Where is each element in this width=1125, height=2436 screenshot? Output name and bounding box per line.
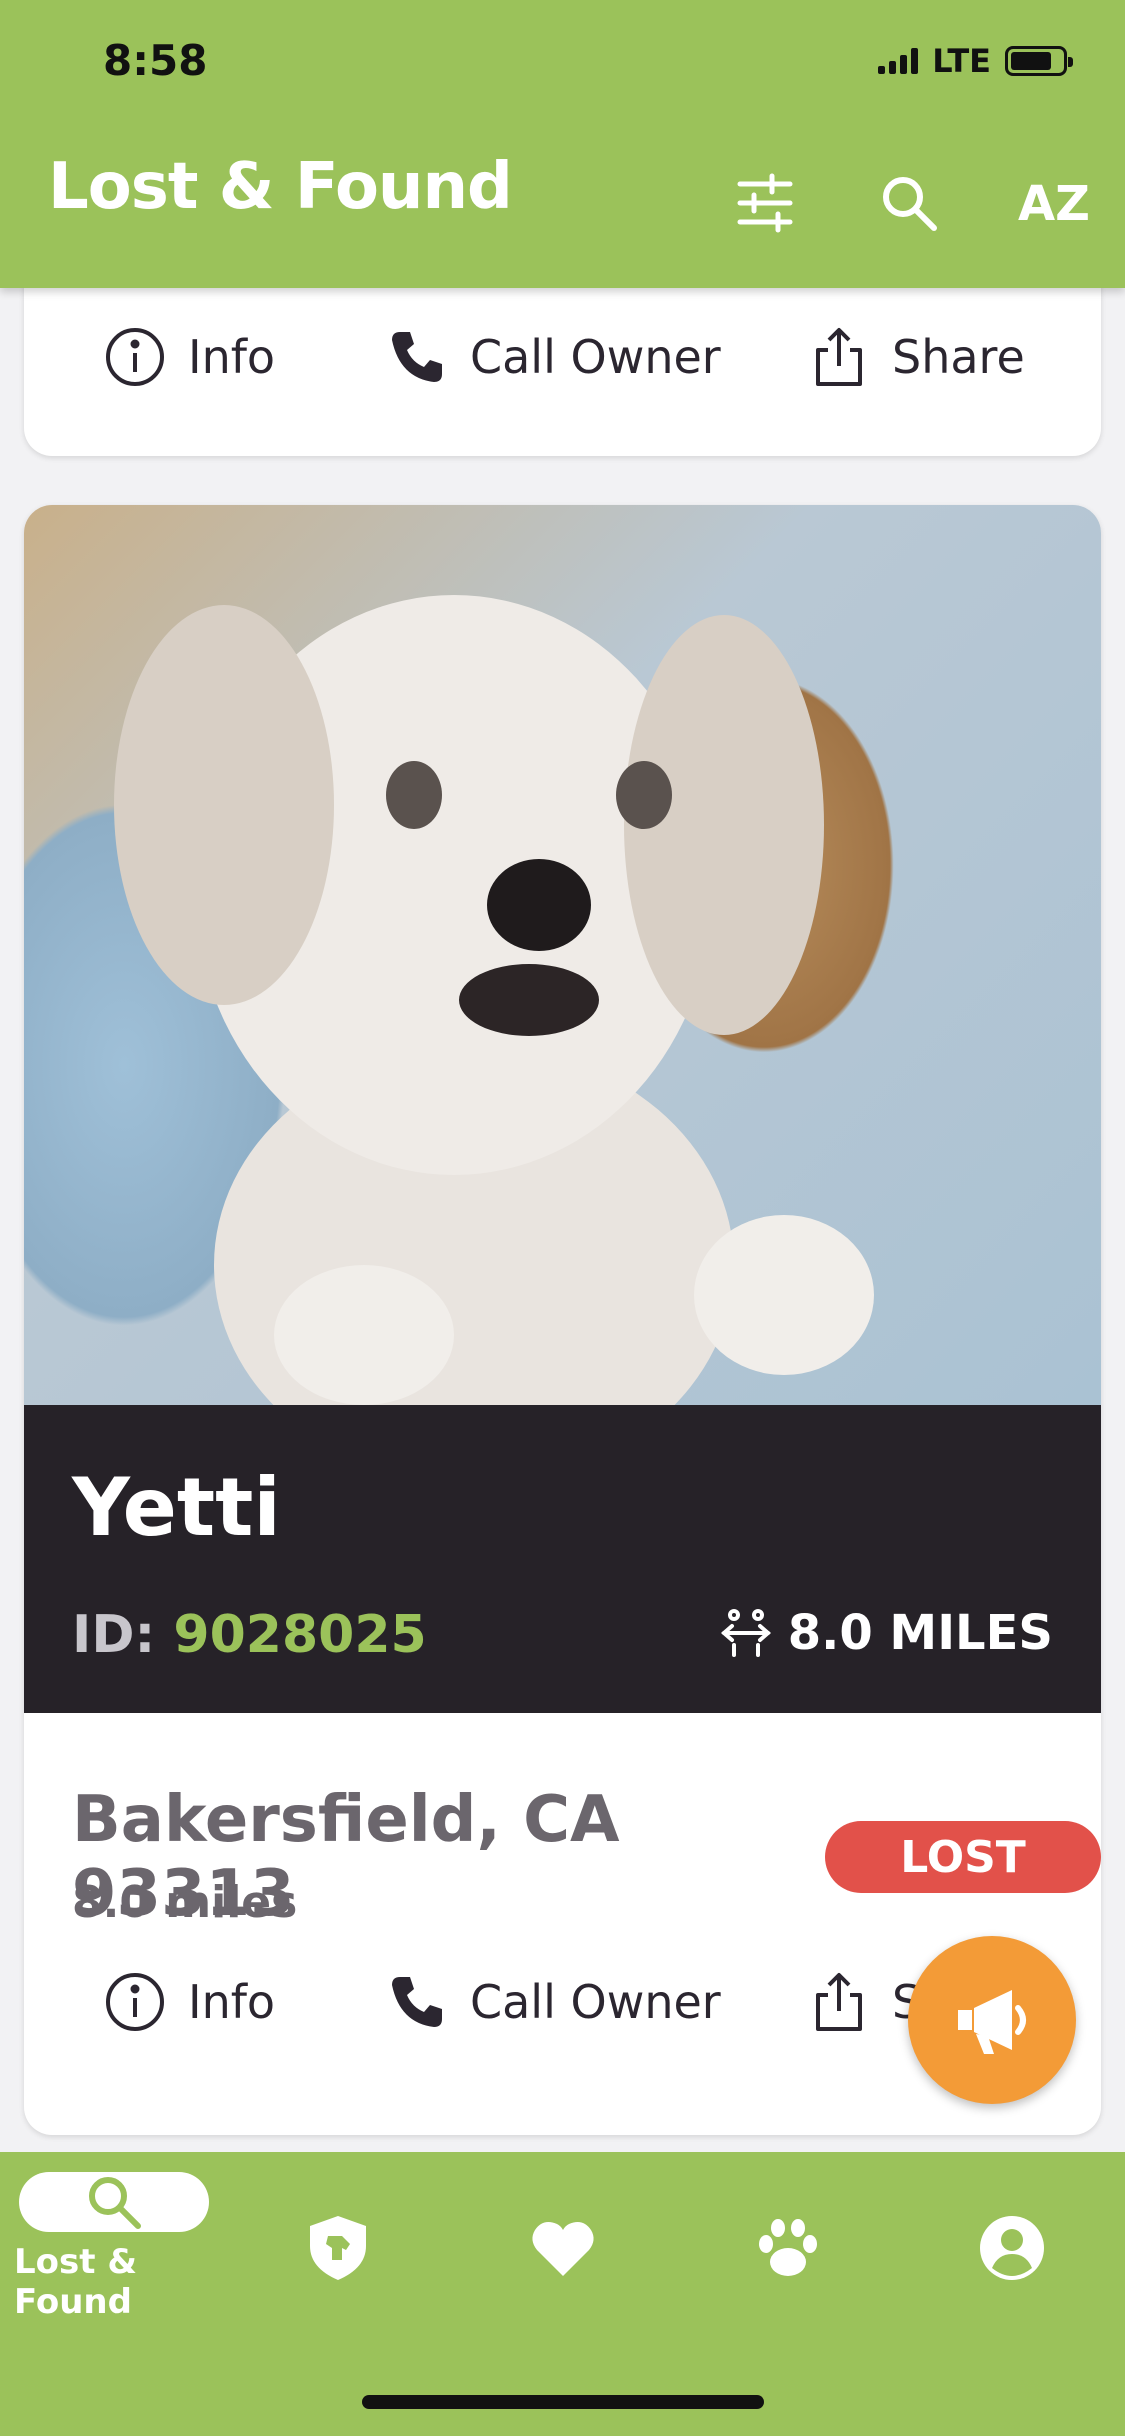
status-time: 8:58 [103,36,208,85]
report-pet-fab[interactable] [908,1936,1076,2104]
signal-icon [878,48,919,74]
share-label: Share [892,330,1025,384]
bottom-nav: Lost & Found [0,2152,1125,2436]
pet-distance: 8.0 miles [72,1877,298,1928]
heart-icon [532,2222,594,2276]
tab-label: Lost & Found [14,2242,138,2322]
share-icon [816,1973,862,2031]
tab-favorites[interactable] [527,2212,599,2284]
pet-name-band: Yetti ID: 9028025 8.0 MILES [24,1405,1101,1713]
tab-active-pill [19,2172,209,2232]
page-title: Lost & Found [48,150,513,224]
distance-indicator: 8.0 MILES [720,1605,1053,1661]
filter-icon[interactable] [734,172,796,234]
search-icon[interactable] [878,172,940,234]
call-owner-button[interactable]: Call Owner [386,326,721,388]
info-button[interactable]: Info [104,326,275,388]
info-icon [106,328,164,386]
tab-shield[interactable] [302,2212,374,2284]
pet-id: ID: 9028025 [72,1605,427,1665]
tab-profile[interactable] [976,2212,1048,2284]
battery-icon [1005,46,1073,76]
paw-icon [759,2219,817,2276]
call-owner-label: Call Owner [470,1975,721,2029]
info-icon [106,1973,164,2031]
pet-photo [24,505,1101,1405]
pet-card-previous: Info Call Owner Share [24,260,1101,456]
tab-pets[interactable] [752,2212,824,2284]
app-header: 8:58 LTE Lost & Found AZ [0,0,1125,288]
tab-lost-found[interactable]: Lost & Found [14,2172,214,2322]
pet-id-label: ID: [72,1605,156,1665]
call-owner-button[interactable]: Call Owner [386,1971,721,2033]
info-label: Info [188,330,276,384]
phone-icon [392,332,442,382]
sort-az-button[interactable]: AZ [1018,176,1090,232]
search-icon [89,2177,141,2229]
pet-name: Yetti [72,1461,281,1554]
distance-label: 8.0 MILES [787,1605,1053,1661]
call-owner-label: Call Owner [470,330,721,384]
phone-icon [392,1977,442,2027]
megaphone-icon [958,1990,1026,2054]
pet-card[interactable]: Yetti ID: 9028025 8.0 MILES Bakersfield,… [24,505,1101,2135]
home-indicator [362,2395,764,2409]
info-label: Info [188,1975,276,2029]
card-actions: Info Call Owner Share [24,326,1101,406]
share-icon [816,328,862,386]
profile-icon [980,2216,1044,2280]
share-button[interactable]: Share [808,326,1025,388]
pet-id-value: 9028025 [173,1605,427,1665]
distance-icon [720,1609,771,1657]
shield-dog-icon [310,2216,366,2280]
info-button[interactable]: Info [104,1971,275,2033]
status-indicators: LTE [878,42,1073,80]
network-label: LTE [932,42,991,80]
status-badge: LOST [825,1821,1101,1893]
